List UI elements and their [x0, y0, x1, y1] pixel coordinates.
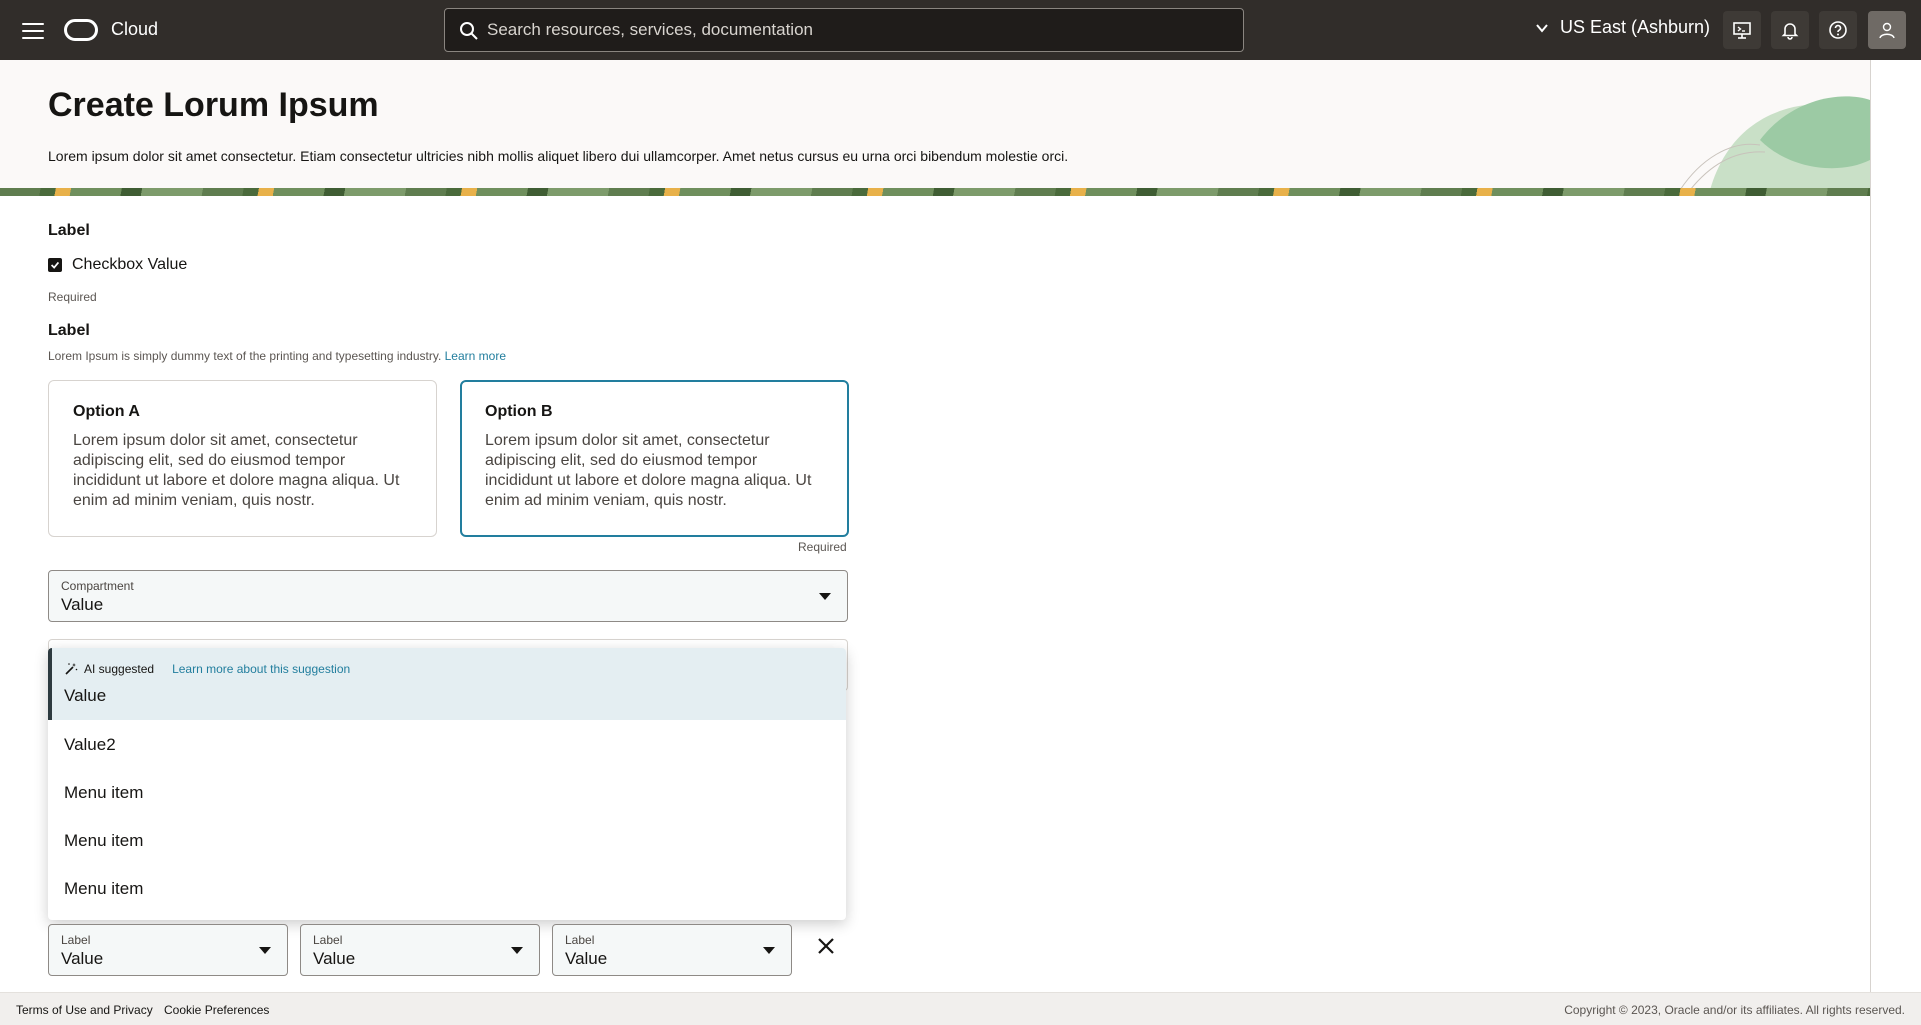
page-description: Lorem ipsum dolor sit amet consectetur. …	[48, 148, 1069, 164]
caret-down-icon	[511, 947, 523, 954]
required-text: Required	[798, 540, 847, 554]
chevron-down-icon	[1536, 23, 1548, 33]
page-header: Create Lorum Ipsum Lorem ipsum dolor sit…	[0, 60, 1870, 196]
top-navigation-bar: Cloud US East (Ashburn)	[0, 0, 1921, 60]
select-label: Compartment	[61, 579, 134, 593]
brand-name[interactable]: Cloud	[111, 19, 158, 40]
required-text: Required	[48, 290, 97, 304]
row-select-3[interactable]: Label Value	[552, 924, 792, 976]
checkbox-checked-icon[interactable]	[48, 258, 62, 272]
dropdown-item-label: Value	[64, 686, 107, 705]
page-title: Create Lorum Ipsum	[48, 86, 379, 124]
region-selector[interactable]: US East (Ashburn)	[1534, 17, 1710, 38]
search-input[interactable]	[487, 9, 1227, 51]
ai-suggested-label: AI suggested	[84, 662, 155, 676]
search-icon	[460, 22, 478, 40]
caret-down-icon	[819, 593, 831, 600]
close-icon[interactable]	[815, 935, 837, 957]
select-label: Label	[61, 933, 91, 947]
dropdown-item-label: Menu item	[64, 831, 144, 850]
caret-down-icon	[259, 947, 271, 954]
dropdown-item[interactable]: Menu item	[48, 768, 846, 816]
row-select-2[interactable]: Label Value	[300, 924, 540, 976]
option-description: Lorem ipsum dolor sit amet, consectetur …	[73, 432, 400, 509]
help-button[interactable]	[1819, 11, 1857, 49]
terms-link[interactable]: Terms of Use and Privacy	[16, 1003, 153, 1017]
decorative-header-art	[1679, 96, 1870, 190]
checkbox-label: Checkbox Value	[72, 256, 188, 273]
dropdown-item[interactable]: Menu item	[48, 816, 846, 864]
dropdown-item-label: Value2	[64, 735, 116, 754]
page-footer: Terms of Use and Privacy Cookie Preferen…	[0, 992, 1921, 1025]
dropdown-item[interactable]: Menu item	[48, 864, 846, 912]
help-text: Lorem Ipsum is simply dummy text of the …	[48, 349, 442, 363]
notifications-button[interactable]	[1771, 11, 1809, 49]
magic-wand-icon	[65, 663, 78, 675]
option-title: Option A	[73, 403, 140, 420]
user-icon	[1879, 22, 1895, 39]
radio-group-label: Label	[48, 322, 90, 339]
help-icon	[1829, 21, 1847, 39]
checkbox-option[interactable]: Checkbox Value	[48, 256, 187, 274]
cookie-preferences-link[interactable]: Cookie Preferences	[164, 1003, 269, 1017]
select-value: Value	[61, 949, 104, 968]
bell-icon	[1781, 23, 1799, 40]
search-bar[interactable]	[444, 8, 1244, 52]
select-value: Value	[61, 595, 104, 614]
ai-learn-more-link[interactable]: Learn more about this suggestion	[172, 662, 350, 676]
cloud-shell-icon	[1733, 22, 1751, 39]
ai-suggested-row: AI suggested Learn more about this sugge…	[64, 662, 350, 676]
option-card-b[interactable]: Option B Lorem ipsum dolor sit amet, con…	[460, 380, 849, 537]
checkbox-group-label: Label	[48, 222, 90, 239]
oracle-logo-icon[interactable]	[64, 19, 98, 41]
dropdown-item-label: Menu item	[64, 783, 144, 802]
content-divider	[1870, 60, 1871, 992]
decorative-stripe	[0, 188, 1870, 196]
dropdown-item[interactable]: Value2	[48, 720, 846, 768]
region-label: US East (Ashburn)	[1560, 17, 1711, 37]
learn-more-link[interactable]: Learn more	[445, 349, 506, 363]
dropdown-menu: AI suggested Learn more about this sugge…	[48, 648, 846, 920]
select-label: Label	[565, 933, 595, 947]
option-card-a[interactable]: Option A Lorem ipsum dolor sit amet, con…	[48, 380, 437, 537]
caret-down-icon	[763, 947, 775, 954]
select-value: Value	[313, 949, 356, 968]
user-avatar[interactable]	[1868, 11, 1906, 49]
copyright-text: Copyright © 2023, Oracle and/or its affi…	[1564, 1003, 1905, 1017]
option-description: Lorem ipsum dolor sit amet, consectetur …	[485, 432, 812, 509]
option-title: Option B	[485, 403, 553, 420]
radio-group-help: Lorem Ipsum is simply dummy text of the …	[48, 349, 506, 363]
dropdown-item-label: Menu item	[64, 879, 144, 898]
menu-icon[interactable]	[22, 18, 44, 42]
dropdown-item-suggested[interactable]: AI suggested Learn more about this sugge…	[48, 648, 846, 720]
select-value: Value	[565, 949, 608, 968]
cloud-shell-button[interactable]	[1723, 11, 1761, 49]
row-select-1[interactable]: Label Value	[48, 924, 288, 976]
select-label: Label	[313, 933, 343, 947]
compartment-select[interactable]: Compartment Value	[48, 570, 848, 622]
